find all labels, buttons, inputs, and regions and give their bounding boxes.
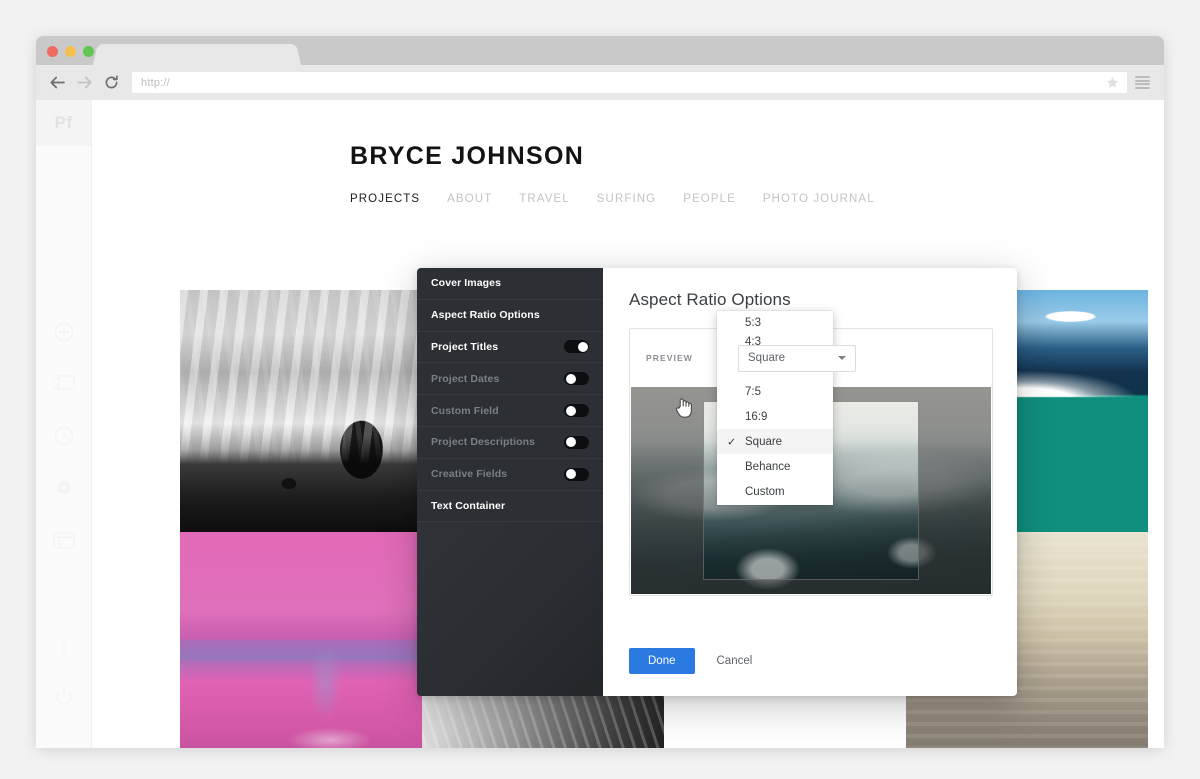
settings-row-label: Text Container <box>431 500 589 512</box>
nav-link-projects[interactable]: PROJECTS <box>350 193 420 205</box>
settings-panel: Cover Images Aspect Ratio Options Project … <box>417 268 603 696</box>
add-circle-icon[interactable] <box>36 306 92 358</box>
close-window-button[interactable] <box>47 46 58 57</box>
nav-link-surfing[interactable]: SURFING <box>597 193 656 205</box>
photo-surfer-silhouette-bw[interactable] <box>180 290 422 532</box>
dropdown-option-label: Square <box>745 436 782 448</box>
layers-icon[interactable] <box>36 358 92 410</box>
dropdown-option-7-5[interactable]: 7:5 <box>717 379 833 404</box>
minimize-window-button[interactable] <box>65 46 76 57</box>
star-icon[interactable] <box>1106 76 1119 94</box>
back-arrow-icon[interactable] <box>47 72 68 93</box>
app-logo[interactable]: Pf <box>36 100 91 146</box>
settings-row-label: Project Descriptions <box>431 436 564 448</box>
dropdown-option-16-9[interactable]: 16:9 <box>717 404 833 429</box>
browser-toolbar: http:// <box>36 65 1164 100</box>
modal-footer: Done Cancel <box>629 648 760 674</box>
site-header: BRYCE JOHNSON PROJECTS ABOUT TRAVEL SURF… <box>92 100 1164 205</box>
dropdown-option-behance[interactable]: Behance <box>717 454 833 479</box>
aspect-ratio-modal: Cover Images Aspect Ratio Options Project … <box>417 268 1017 696</box>
dropdown-option-custom[interactable]: Custom <box>717 479 833 504</box>
settings-row-label: Project Dates <box>431 373 564 385</box>
settings-row-text-container[interactable]: Text Container <box>417 491 603 523</box>
reload-icon[interactable] <box>101 72 122 93</box>
settings-row-project-dates[interactable]: Project Dates <box>417 363 603 395</box>
aspect-ratio-dropdown[interactable]: 5:34:35:47:516:9✓SquareBehanceCustom <box>717 311 833 505</box>
crop-dim-bottom <box>703 580 919 594</box>
settings-row-aspect-ratio-options[interactable]: Aspect Ratio Options <box>417 300 603 332</box>
settings-row-custom-field[interactable]: Custom Field <box>417 395 603 427</box>
browser-tab[interactable] <box>93 44 301 65</box>
photo-pink-surfer[interactable] <box>180 532 422 748</box>
toggle-knob <box>566 374 576 384</box>
settings-row-label: Aspect Ratio Options <box>431 309 589 321</box>
toggle-project-titles[interactable] <box>564 340 589 353</box>
settings-row-label: Custom Field <box>431 405 564 417</box>
browser-titlebar <box>36 36 1164 65</box>
aspect-ratio-select[interactable]: Square <box>738 345 856 372</box>
toggle-creative-fields[interactable] <box>564 468 589 481</box>
aspect-ratio-select-value: Square <box>748 352 838 364</box>
caret-down-icon <box>838 356 846 360</box>
page-title: BRYCE JOHNSON <box>350 142 1164 171</box>
nav-link-photo-journal[interactable]: PHOTO JOURNAL <box>763 193 875 205</box>
toggle-knob <box>566 406 576 416</box>
toggle-custom-field[interactable] <box>564 404 589 417</box>
nav-link-people[interactable]: PEOPLE <box>683 193 736 205</box>
toggle-project-descriptions[interactable] <box>564 436 589 449</box>
check-icon: ✓ <box>727 435 736 448</box>
nav-link-about[interactable]: ABOUT <box>447 193 492 205</box>
dropdown-option-label: 16:9 <box>745 411 767 423</box>
done-button[interactable]: Done <box>629 648 695 674</box>
settings-row-project-descriptions[interactable]: Project Descriptions <box>417 427 603 459</box>
dropdown-option-square[interactable]: ✓ Square <box>717 429 833 454</box>
crop-dim-left <box>631 387 703 594</box>
toggle-project-dates[interactable] <box>564 372 589 385</box>
settings-panel-filler <box>417 522 603 696</box>
power-icon[interactable] <box>36 672 92 724</box>
toggle-knob <box>566 437 576 447</box>
toggle-knob <box>578 342 588 352</box>
dropdown-option-label: 7:5 <box>745 386 761 398</box>
window-traffic-lights <box>47 46 94 57</box>
dropdown-option-label: Behance <box>745 461 790 473</box>
browser-viewport: Pf <box>36 100 1164 748</box>
hamburger-menu-icon[interactable] <box>1135 76 1150 89</box>
modal-content: Aspect Ratio Options PREVIEW Square <box>603 268 1017 696</box>
modal-title: Aspect Ratio Options <box>629 290 993 310</box>
settings-row-cover-images[interactable]: Cover Images <box>417 268 603 300</box>
history-icon[interactable] <box>36 410 92 462</box>
settings-row-label: Cover Images <box>431 277 589 289</box>
address-bar[interactable]: http:// <box>132 72 1127 93</box>
dropdown-option-label: 5:3 <box>745 317 761 329</box>
toggle-knob <box>566 469 576 479</box>
address-bar-placeholder: http:// <box>141 77 170 89</box>
settings-panel-rows: Cover Images Aspect Ratio Options Project … <box>417 268 603 522</box>
rail-icon-group-bottom <box>36 620 92 724</box>
maximize-window-button[interactable] <box>83 46 94 57</box>
settings-row-label: Creative Fields <box>431 468 564 480</box>
settings-row-creative-fields[interactable]: Creative Fields <box>417 459 603 491</box>
app-left-rail: Pf <box>36 100 92 748</box>
site-navigation: PROJECTS ABOUT TRAVEL SURFING PEOPLE PHO… <box>350 193 1164 205</box>
forward-arrow-icon[interactable] <box>74 72 95 93</box>
dropdown-option-5-3[interactable]: 5:3 <box>717 315 833 329</box>
info-icon[interactable] <box>36 620 92 672</box>
settings-row-label: Project Titles <box>431 341 564 353</box>
dropdown-option-label: Custom <box>745 486 785 498</box>
nav-link-travel[interactable]: TRAVEL <box>519 193 569 205</box>
gear-icon[interactable] <box>36 462 92 514</box>
browser-window: http:// Pf <box>36 36 1164 748</box>
settings-row-project-titles[interactable]: Project Titles <box>417 332 603 364</box>
crop-dim-right <box>919 387 991 594</box>
window-icon[interactable] <box>36 514 92 566</box>
cancel-button[interactable]: Cancel <box>709 648 761 674</box>
rail-icon-group-top <box>36 306 91 566</box>
